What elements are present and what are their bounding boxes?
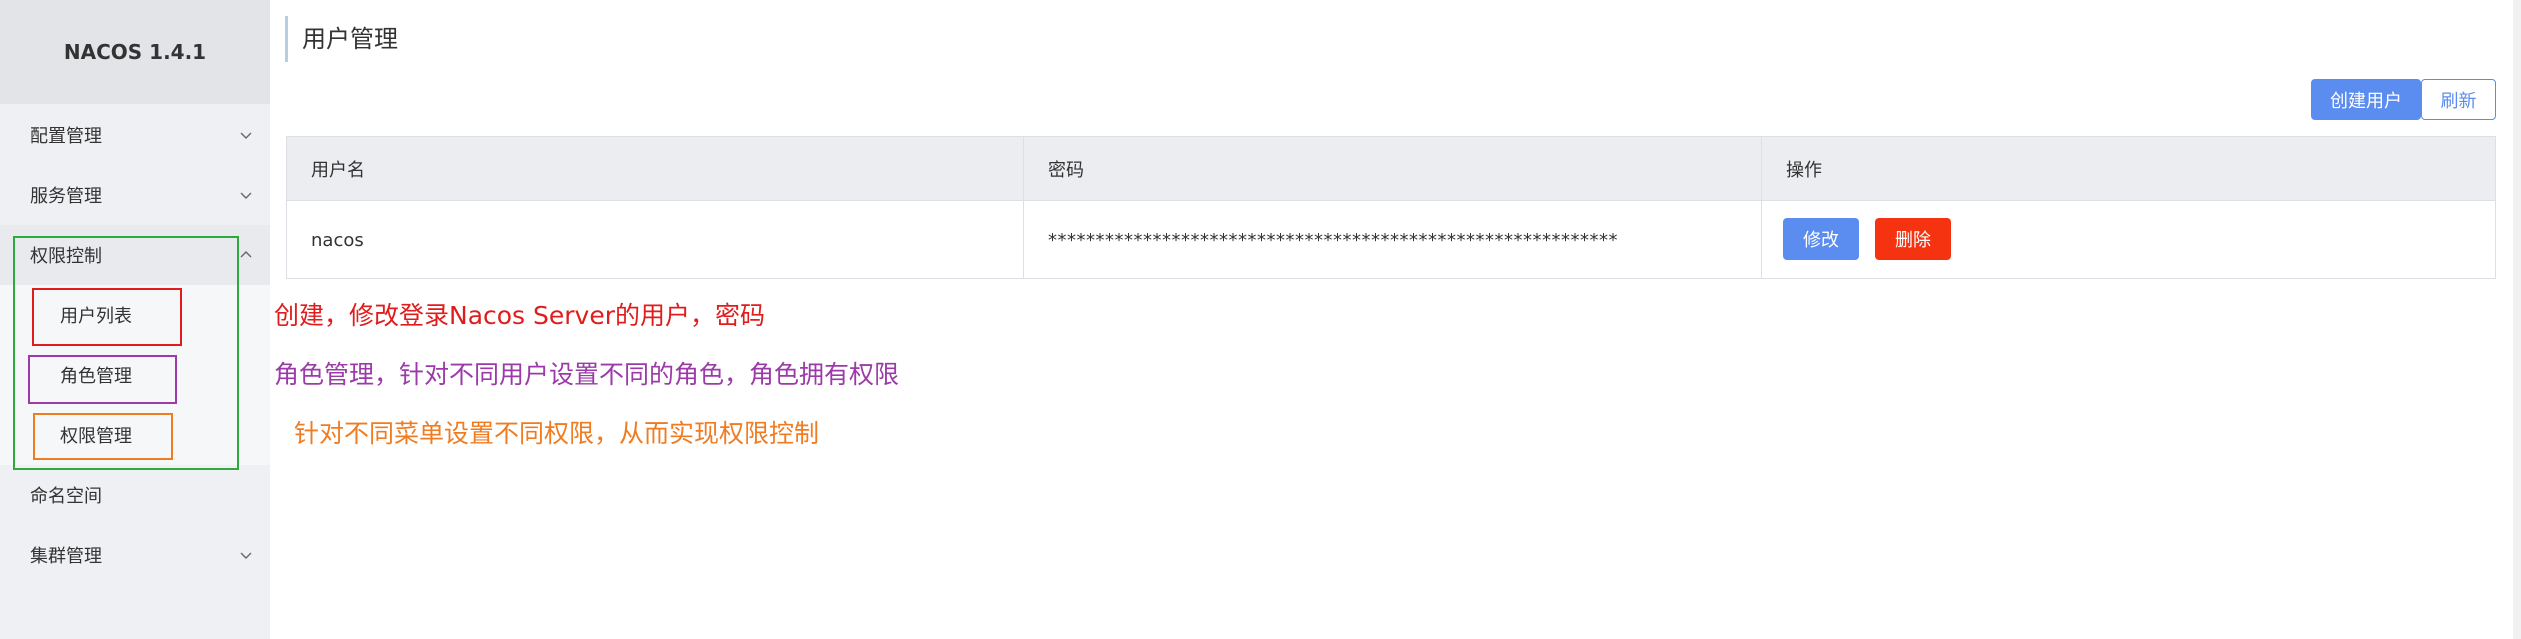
edit-user-button[interactable]: 修改	[1783, 218, 1859, 260]
vertical-scrollbar[interactable]	[2513, 0, 2521, 639]
chevron-down-icon	[240, 132, 252, 139]
delete-user-button[interactable]: 删除	[1875, 218, 1951, 260]
role-management-highlight	[28, 355, 177, 404]
annotation-user-list: 创建，修改登录Nacos Server的用户，密码	[274, 301, 766, 330]
permission-management-highlight	[33, 413, 173, 460]
chevron-down-icon	[240, 192, 252, 199]
sidebar-item-label: 服务管理	[30, 186, 102, 207]
sidebar-item-cluster[interactable]: 集群管理	[0, 525, 270, 585]
column-header-password: 密码	[1048, 160, 1084, 181]
chevron-down-icon	[240, 552, 252, 559]
annotation-role-management: 角色管理，针对不同用户设置不同的角色，角色拥有权限	[274, 360, 900, 389]
sidebar-item-label: 配置管理	[30, 126, 102, 147]
create-user-button[interactable]: 创建用户	[2311, 79, 2421, 120]
cell-password: ****************************************…	[1048, 229, 1618, 251]
user-list-highlight	[32, 288, 182, 346]
sidebar-item-label: 集群管理	[30, 546, 102, 567]
user-table: 用户名 密码 操作 nacos ************************…	[286, 136, 2496, 279]
sidebar-item-namespace[interactable]: 命名空间	[0, 465, 270, 525]
sidebar-item-config[interactable]: 配置管理	[0, 105, 270, 165]
column-header-actions: 操作	[1786, 160, 1822, 181]
brand-logo: NACOS 1.4.1	[0, 0, 270, 104]
refresh-button[interactable]: 刷新	[2421, 79, 2496, 120]
cell-username: nacos	[311, 229, 364, 251]
sidebar-item-label: 命名空间	[30, 486, 102, 507]
page-title: 用户管理	[285, 16, 398, 62]
chevron-up-icon	[240, 251, 252, 258]
column-header-username: 用户名	[311, 160, 365, 181]
annotation-permission-management: 针对不同菜单设置不同权限，从而实现权限控制	[294, 419, 820, 448]
sidebar-item-service[interactable]: 服务管理	[0, 165, 270, 225]
